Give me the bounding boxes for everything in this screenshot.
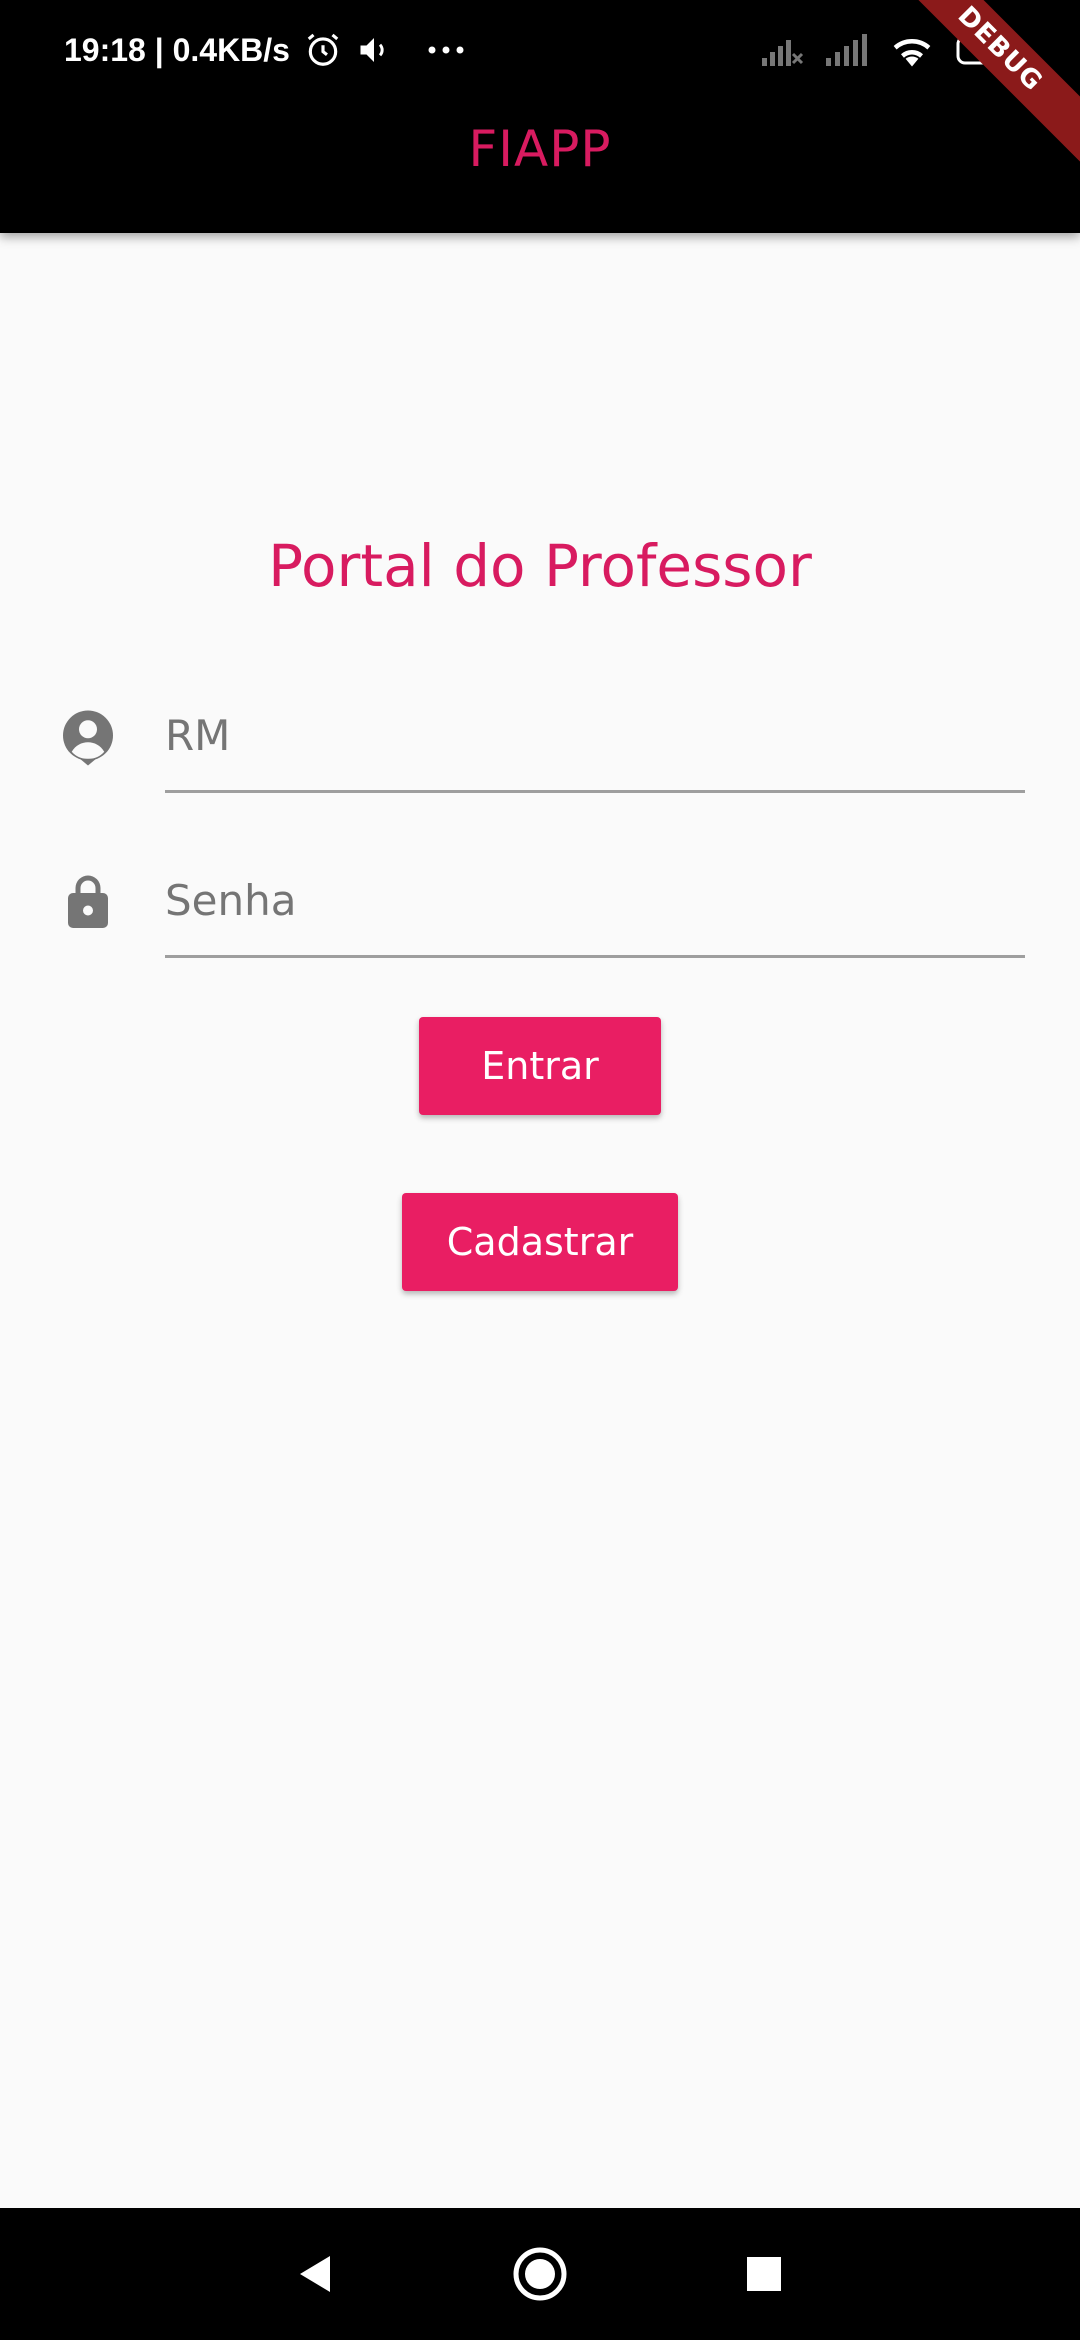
app-title: FIAPP — [468, 120, 612, 178]
wifi-icon — [890, 33, 934, 71]
signal-icon — [826, 34, 868, 70]
alarm-icon — [304, 31, 342, 69]
register-button[interactable]: Cadastrar — [402, 1193, 678, 1291]
password-field-row — [0, 845, 1080, 975]
login-button[interactable]: Entrar — [419, 1017, 661, 1115]
more-dots-icon — [426, 44, 466, 56]
rm-underline — [165, 790, 1025, 793]
rm-field-row — [0, 680, 1080, 810]
recents-icon[interactable] — [728, 2238, 800, 2310]
signal-off-icon — [762, 34, 804, 70]
system-nav-bar — [0, 2208, 1080, 2340]
status-bar: 19:18 | 0.4KB/s — [0, 0, 1080, 100]
page-title: Portal do Professor — [268, 532, 812, 600]
back-icon[interactable] — [278, 2238, 350, 2310]
password-input[interactable] — [165, 845, 1025, 955]
app-header: 19:18 | 0.4KB/s FIAPP — [0, 0, 1080, 233]
password-underline — [165, 955, 1025, 958]
rm-input[interactable] — [165, 680, 1025, 790]
account-circle-icon — [58, 708, 118, 768]
lock-icon — [58, 873, 118, 933]
status-time-speed: 19:18 | 0.4KB/s — [64, 31, 290, 68]
volume-icon — [356, 32, 392, 68]
home-icon[interactable] — [504, 2238, 576, 2310]
